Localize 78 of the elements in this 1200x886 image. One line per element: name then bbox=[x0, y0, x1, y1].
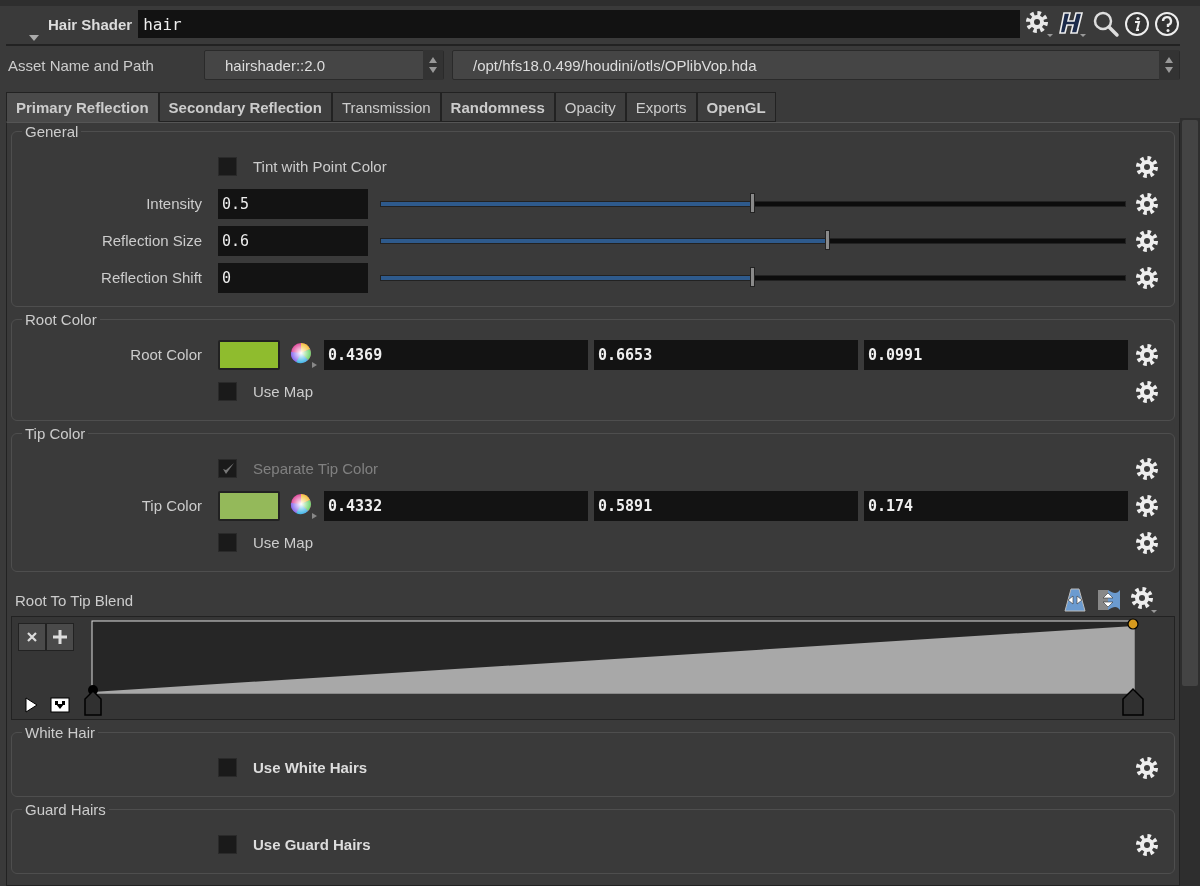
settings-icon[interactable] bbox=[1134, 831, 1160, 858]
info-icon[interactable] bbox=[1124, 11, 1150, 37]
tab[interactable]: Primary Reflection bbox=[6, 92, 159, 122]
color-component-field[interactable]: 0.174 bbox=[864, 490, 1128, 521]
node-type-label: Hair Shader bbox=[48, 15, 133, 33]
letter-h-icon[interactable] bbox=[1058, 9, 1088, 39]
settings-icon[interactable] bbox=[1134, 529, 1160, 556]
asset-label: Asset Name and Path bbox=[7, 56, 155, 74]
download-icon[interactable] bbox=[50, 697, 70, 713]
settings-icon[interactable] bbox=[1134, 264, 1160, 291]
parameter-label: Root Color bbox=[129, 346, 203, 363]
checkbox[interactable] bbox=[218, 382, 237, 401]
node-name-field[interactable]: hair bbox=[138, 10, 1020, 38]
settings-icon[interactable] bbox=[1024, 9, 1054, 39]
tab[interactable]: Secondary Reflection bbox=[158, 92, 332, 122]
settings-icon[interactable] bbox=[1129, 585, 1159, 615]
checkbox-label: Separate Tip Color bbox=[253, 460, 379, 477]
tab[interactable]: OpenGL bbox=[696, 92, 776, 122]
color-swatch[interactable] bbox=[218, 490, 280, 521]
value-field[interactable]: 0.5 bbox=[218, 188, 368, 219]
tab[interactable]: Randomness bbox=[440, 92, 555, 122]
color-wheel-icon[interactable] bbox=[290, 341, 318, 368]
tab[interactable]: Opacity bbox=[554, 92, 626, 122]
checkbox-label: Tint with Point Color bbox=[253, 158, 387, 175]
color-swatch[interactable] bbox=[218, 339, 280, 370]
color-component-field[interactable]: 0.5891 bbox=[594, 490, 858, 521]
tab[interactable]: Exports bbox=[625, 92, 697, 122]
up-down-arrows-icon bbox=[1159, 50, 1179, 80]
settings-icon[interactable] bbox=[1134, 492, 1160, 519]
slider[interactable] bbox=[380, 265, 1126, 290]
checkbox[interactable] bbox=[218, 533, 237, 552]
value-field[interactable]: 0.6 bbox=[218, 225, 368, 256]
settings-icon[interactable] bbox=[1134, 754, 1160, 781]
scrollbar[interactable] bbox=[1180, 118, 1200, 886]
checkbox[interactable] bbox=[218, 835, 237, 854]
settings-icon[interactable] bbox=[1134, 378, 1160, 405]
group-title: Tip Color bbox=[22, 425, 89, 443]
search-icon[interactable] bbox=[1092, 10, 1120, 38]
settings-icon[interactable] bbox=[1134, 455, 1160, 482]
slider[interactable] bbox=[380, 191, 1126, 216]
play-icon[interactable] bbox=[24, 697, 38, 713]
plus-icon bbox=[52, 629, 68, 645]
checkbox[interactable] bbox=[218, 758, 237, 777]
flip-horizontal-icon[interactable] bbox=[1061, 587, 1089, 613]
value-field[interactable]: 0 bbox=[218, 262, 368, 293]
help-icon[interactable] bbox=[1154, 11, 1180, 37]
add-point-button[interactable] bbox=[46, 623, 74, 651]
checkbox[interactable] bbox=[218, 157, 237, 176]
up-down-arrows-icon bbox=[423, 50, 443, 80]
parameter-label: Reflection Shift bbox=[100, 269, 203, 286]
parameter-label: Reflection Size bbox=[100, 232, 203, 249]
checkbox-label: Use Guard Hairs bbox=[253, 836, 371, 853]
settings-icon[interactable] bbox=[1134, 341, 1160, 368]
checkbox-label: Use Map bbox=[253, 534, 314, 551]
delete-point-button[interactable] bbox=[18, 623, 46, 651]
flip-vertical-icon[interactable] bbox=[1095, 587, 1123, 613]
asset-path-dropdown[interactable]: /opt/hfs18.0.499/houdini/otls/OPlibVop.hda bbox=[452, 50, 1180, 80]
slider-handle[interactable] bbox=[750, 192, 755, 213]
slider-handle[interactable] bbox=[824, 229, 830, 250]
asset-name-dropdown[interactable]: hairshader::2.0 bbox=[204, 50, 444, 80]
checkbox-label: Use White Hairs bbox=[253, 759, 368, 776]
color-component-field[interactable]: 0.4332 bbox=[324, 490, 588, 521]
color-component-field[interactable]: 0.0991 bbox=[864, 339, 1128, 370]
ramp-title: Root To Tip Blend bbox=[14, 591, 135, 609]
slider[interactable] bbox=[380, 228, 1126, 253]
settings-icon[interactable] bbox=[1134, 190, 1160, 217]
color-component-field[interactable]: 0.4369 bbox=[324, 339, 588, 370]
caret-icon[interactable] bbox=[28, 34, 40, 42]
parameter-label: Tip Color bbox=[140, 497, 203, 514]
tab[interactable]: Transmission bbox=[331, 92, 441, 122]
settings-icon[interactable] bbox=[1134, 227, 1160, 254]
x-icon bbox=[26, 631, 38, 643]
parameter-label: Intensity bbox=[145, 195, 203, 212]
slider-handle[interactable] bbox=[750, 266, 755, 287]
checkbox-label: Use Map bbox=[253, 383, 314, 400]
color-component-field[interactable]: 0.6653 bbox=[594, 339, 858, 370]
settings-icon[interactable] bbox=[1134, 153, 1160, 180]
color-wheel-icon[interactable] bbox=[290, 492, 318, 519]
